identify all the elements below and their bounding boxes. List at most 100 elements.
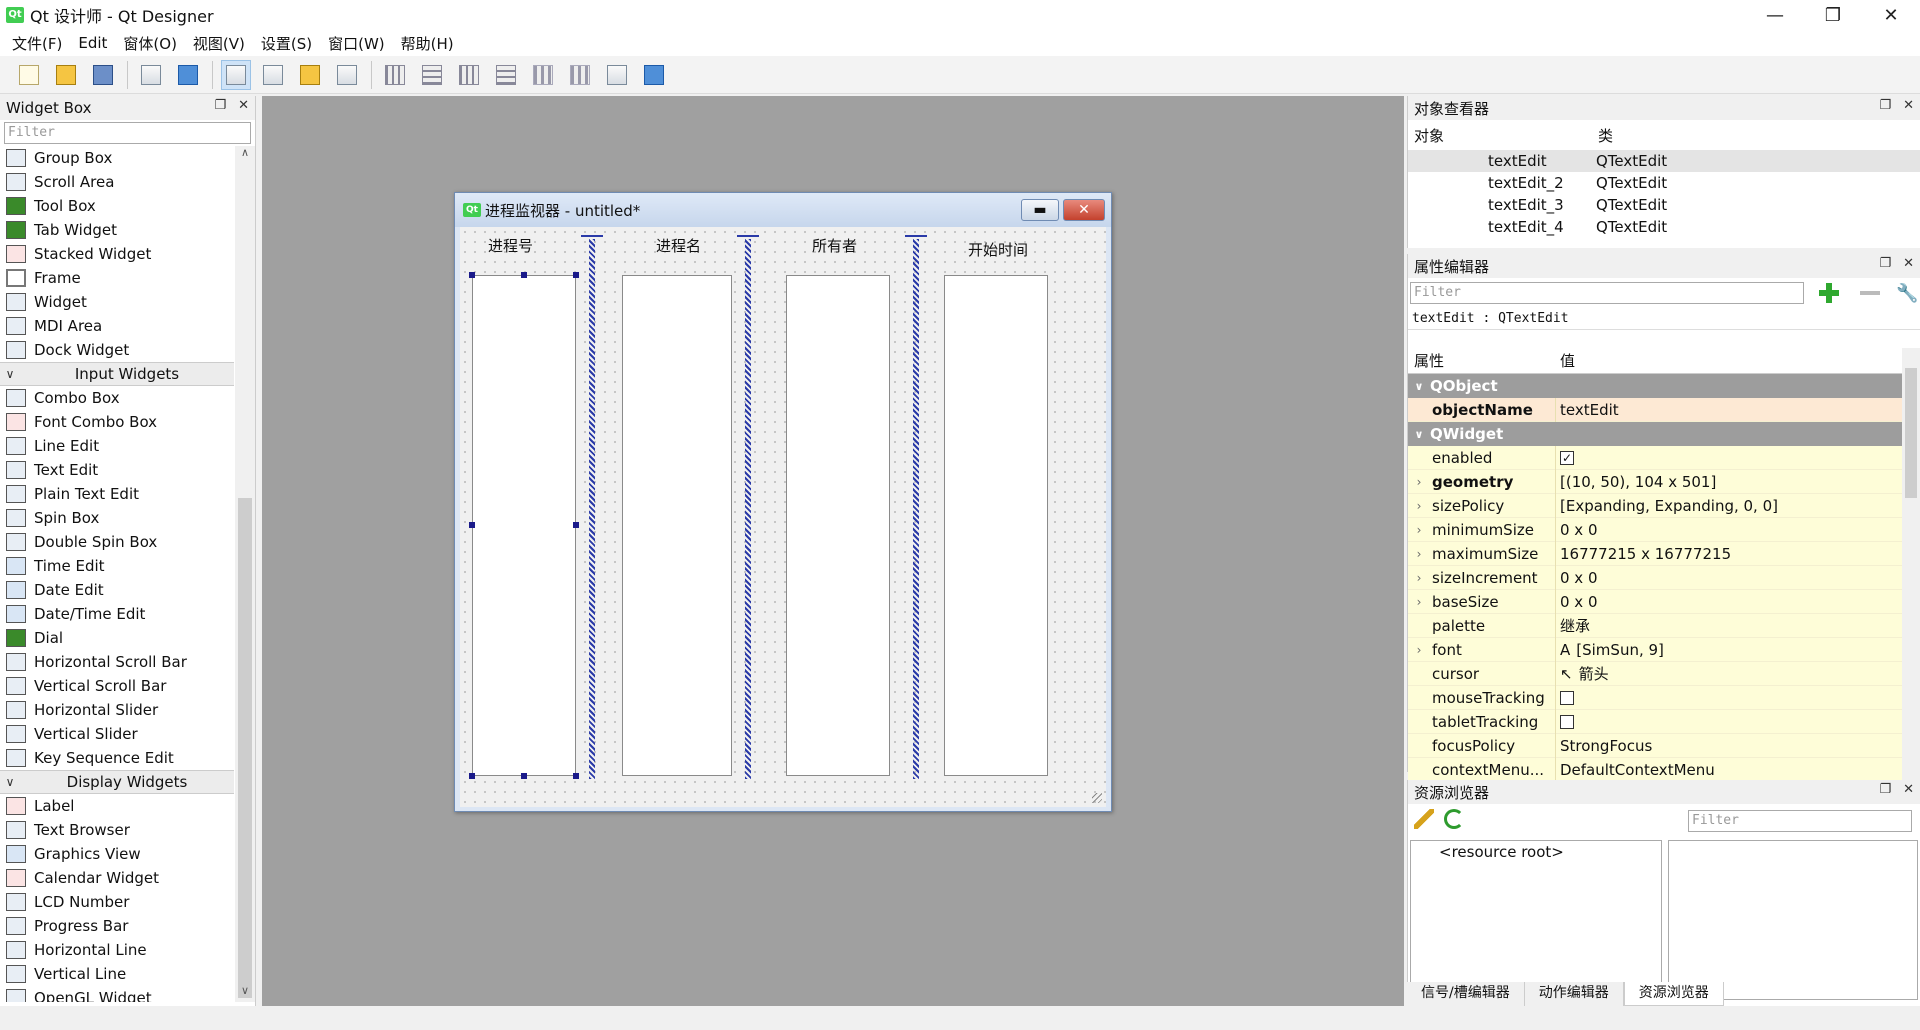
widget-item[interactable]: LCD Number [0,890,234,914]
edit-widgets-button[interactable] [221,59,251,90]
resource-filter-input[interactable]: Filter [1688,810,1912,832]
widget-item[interactable]: Widget [0,290,234,314]
menu-help[interactable]: 帮助(H) [393,33,462,54]
close-icon[interactable]: ✕ [238,98,249,113]
layout-vertical-splitter-button[interactable] [491,60,521,90]
tab-signal-slot-editor[interactable]: 信号/槽编辑器 [1407,982,1525,1006]
form-minimize-button[interactable]: ▬ [1021,199,1059,221]
widget-item[interactable]: Spin Box [0,506,234,530]
widget-item[interactable]: Horizontal Slider [0,698,234,722]
edit-buddies-button[interactable] [295,60,325,90]
resource-file-list[interactable] [1668,840,1918,1000]
horizontal-spacer-2[interactable] [745,239,751,779]
property-row[interactable]: › font A [SimSun, 9] [1408,637,1902,662]
checkbox-unchecked[interactable] [1560,690,1574,705]
category-display-widgets[interactable]: ∨ Display Widgets [0,770,234,794]
widget-item[interactable]: Tool Box [0,194,234,218]
form-close-button[interactable]: ✕ [1063,199,1105,221]
widget-item[interactable]: OpenGL Widget [0,986,234,1002]
resize-handle[interactable] [573,272,579,278]
checkbox-checked[interactable]: ✓ [1560,450,1574,465]
text-edit-2[interactable] [622,275,732,776]
property-value[interactable]: [(10, 50), 104 x 501] [1555,469,1902,494]
layout-vertical-button[interactable] [417,60,447,90]
column-label-pid[interactable]: 进程号 [488,235,533,256]
widget-item[interactable]: Line Edit [0,434,234,458]
chevron-right-icon[interactable]: › [1408,643,1430,657]
widget-item[interactable]: Dial [0,626,234,650]
column-header-object[interactable]: 对象 [1408,125,1592,146]
break-layout-button[interactable] [602,60,632,90]
property-value[interactable]: ✓ [1555,445,1902,470]
widget-item[interactable]: Date Edit [0,578,234,602]
chevron-right-icon[interactable]: › [1408,595,1430,609]
tab-action-editor[interactable]: 动作编辑器 [1525,982,1624,1006]
property-filter-input[interactable]: Filter [1410,282,1804,304]
menu-form[interactable]: 窗体(O) [115,33,185,54]
scrollbar-thumb[interactable] [238,498,252,998]
bring-to-front-button[interactable] [136,60,166,90]
property-value[interactable]: 继承 [1555,613,1902,638]
widget-item[interactable]: Combo Box [0,386,234,410]
widget-filter-input[interactable]: Filter [4,122,251,144]
property-editor-scrollbar[interactable] [1902,348,1920,772]
new-form-button[interactable] [14,60,44,90]
resize-handle[interactable] [521,773,527,779]
property-row[interactable]: mouseTracking [1408,685,1902,710]
widget-item[interactable]: Double Spin Box [0,530,234,554]
text-edit-3[interactable] [786,275,890,776]
widget-item[interactable]: Key Sequence Edit [0,746,234,770]
float-icon[interactable]: ❐ [214,98,226,113]
layout-horizontal-splitter-button[interactable] [454,60,484,90]
widget-item[interactable]: Progress Bar [0,914,234,938]
object-row[interactable]: textEdit_4 QTextEdit [1408,216,1920,238]
property-value[interactable]: 0 x 0 [1555,517,1902,542]
object-row[interactable]: textEdit_2 QTextEdit [1408,172,1920,194]
form-window[interactable]: Qt 进程监视器 - untitled* ▬ ✕ 进程号 进程名 所有者 开始时… [454,192,1112,812]
property-row[interactable]: objectName textEdit [1408,397,1902,422]
resize-handle[interactable] [573,522,579,528]
widget-item[interactable]: Text Edit [0,458,234,482]
column-label-name[interactable]: 进程名 [656,235,701,256]
widget-item[interactable]: Horizontal Line [0,938,234,962]
chevron-right-icon[interactable]: › [1408,571,1430,585]
layout-horizontal-button[interactable] [380,60,410,90]
widget-item[interactable]: MDI Area [0,314,234,338]
property-row[interactable]: › maximumSize 16777215 x 16777215 [1408,541,1902,566]
text-edit-4[interactable] [944,275,1048,776]
form-canvas[interactable]: 进程号 进程名 所有者 开始时间 [460,227,1106,807]
property-value[interactable]: 0 x 0 [1555,589,1902,614]
property-row[interactable]: tabletTracking [1408,709,1902,734]
property-value[interactable] [1555,709,1902,734]
column-label-start-time[interactable]: 开始时间 [968,239,1028,260]
property-row[interactable]: › sizePolicy [Expanding, Expanding, 0, 0] [1408,493,1902,518]
widget-item[interactable]: Dock Widget [0,338,234,362]
property-value[interactable]: DefaultContextMenu [1555,757,1902,782]
widget-item[interactable]: Vertical Slider [0,722,234,746]
widget-box-scrollbar[interactable]: ∧ ∨ [235,146,255,1002]
resize-handle[interactable] [469,522,475,528]
scroll-down-icon[interactable]: ∨ [235,984,255,1002]
property-value[interactable]: 0 x 0 [1555,565,1902,590]
chevron-right-icon[interactable]: › [1408,523,1430,537]
property-row[interactable]: › minimumSize 0 x 0 [1408,517,1902,542]
chevron-right-icon[interactable]: › [1408,499,1430,513]
size-grip-icon[interactable] [1092,793,1102,803]
property-row[interactable]: palette 继承 [1408,613,1902,638]
property-group-qobject[interactable]: ∨ QObject [1408,374,1902,398]
property-value[interactable]: A [SimSun, 9] [1555,637,1902,662]
widget-item[interactable]: Time Edit [0,554,234,578]
menu-file[interactable]: 文件(F) [4,33,70,54]
float-icon[interactable]: ❐ [1879,98,1891,113]
resize-handle[interactable] [573,773,579,779]
property-group-qwidget[interactable]: ∨ QWidget [1408,422,1902,446]
widget-item[interactable]: Scroll Area [0,170,234,194]
edit-tab-order-button[interactable] [332,60,362,90]
column-label-owner[interactable]: 所有者 [812,235,857,256]
property-row[interactable]: › geometry [(10, 50), 104 x 501] [1408,469,1902,494]
horizontal-spacer-3[interactable] [913,239,919,779]
add-dynamic-property-icon[interactable] [1818,282,1840,304]
layout-form-button[interactable] [565,60,595,90]
widget-item[interactable]: Graphics View [0,842,234,866]
layout-grid-button[interactable] [528,60,558,90]
